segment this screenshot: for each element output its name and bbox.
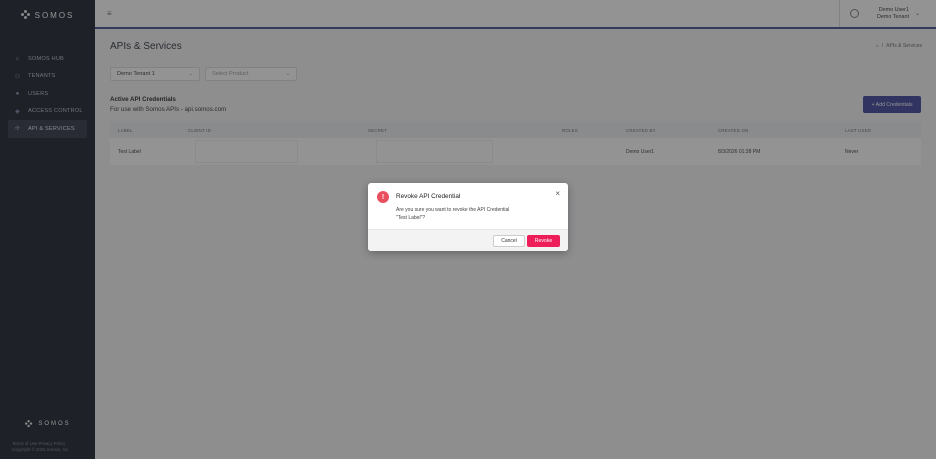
close-icon[interactable]: ×	[555, 189, 560, 198]
cancel-button[interactable]: Cancel	[493, 235, 525, 247]
dialog-footer: Cancel Revoke	[368, 229, 568, 251]
dialog-message-line: Are you sure you want to revoke the API …	[396, 207, 510, 213]
dialog-title: Revoke API Credential	[396, 193, 461, 200]
revoke-button[interactable]: Revoke	[527, 235, 560, 247]
revoke-dialog: ! Revoke API Credential × Are you sure y…	[368, 183, 568, 251]
warning-icon: !	[377, 191, 389, 203]
dialog-message-line: "Test Label"?	[396, 214, 426, 221]
dialog-message: Are you sure you want to revoke the API …	[396, 207, 551, 222]
